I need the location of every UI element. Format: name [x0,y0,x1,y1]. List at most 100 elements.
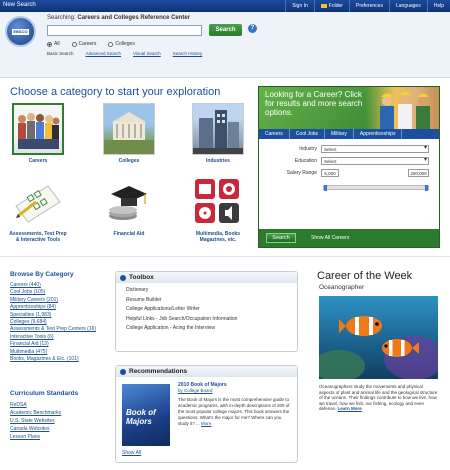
radio-colleges[interactable]: Colleges [108,41,135,47]
category-industries[interactable]: Industries [188,103,248,164]
standards-item[interactable]: Lesson Plans [10,433,110,441]
industry-select[interactable]: Select [321,145,429,153]
workers-image-icon [380,91,430,129]
careers-image [12,103,64,155]
search-history-link[interactable]: Search History [173,51,203,56]
curriculum-title: Curriculum Standards [10,390,79,397]
category-assessments[interactable]: Assessments, Test Prep & Interactive Too… [8,176,68,243]
database-name[interactable]: Careers and Colleges Reference Center [77,15,190,21]
career-search-panel: Looking for a Career? Click for results … [258,86,440,248]
category-multimedia[interactable]: Multimedia, Books Magazines, etc. [188,176,248,243]
browse-item[interactable]: Apprenticeships (84) [10,304,110,311]
book-author[interactable]: by College Board [178,388,293,394]
education-row: Education Select [259,157,429,165]
checklist-icon [15,185,61,223]
browse-item[interactable]: Books, Magazines & Etc. (101) [10,356,110,363]
section-divider [0,256,450,257]
browse-item[interactable]: Multimedia (475) [10,349,110,356]
folder-icon [320,4,327,8]
nav-sign-in[interactable]: Sign In [285,0,314,12]
show-all-careers-link[interactable]: Show All Careers [311,235,349,241]
toolbox-box: Toolbox Dictionary Resume Builder Colleg… [115,271,298,352]
search-input[interactable] [47,25,202,36]
tab-military[interactable]: Military [325,129,354,139]
search-button[interactable]: Search [209,24,242,36]
assessments-image [12,176,64,228]
book-cover-image[interactable]: Book of Majors [122,384,170,446]
more-link[interactable]: More [201,421,211,426]
career-of-week-subtitle[interactable]: Oceanographer [319,284,364,291]
standards-item[interactable]: Canada Websites [10,425,110,433]
browse-item[interactable]: Colleges (9,684) [10,319,110,326]
logo-text: EBSCO [12,29,29,35]
nav-folder[interactable]: Folder [313,0,349,12]
browse-by-category: Browse By Category Careers (440) Cool Jo… [10,271,110,363]
category-label: Careers [28,158,48,164]
salary-slider-min-handle[interactable] [324,185,327,191]
standards-item[interactable]: Academic Benchmarks [10,409,110,417]
recommendation-text: 2010 Book of Majors by College Board The… [178,382,293,427]
show-all-recommendations[interactable]: Show All [122,450,141,456]
top-nav: Sign In Folder Preferences Languages Hel… [285,0,450,12]
industries-image [192,103,244,155]
category-label: Multimedia, Books Magazines, etc. [195,231,241,243]
toolbox-item[interactable]: Dictionary [116,286,297,296]
salary-label: Salary Range [286,170,317,176]
nav-help[interactable]: Help [426,0,450,12]
career-of-week-description: Oceanographers study the movements and p… [319,384,438,412]
new-search-link[interactable]: New Search [3,2,36,8]
browse-item[interactable]: Specialties (1,983) [10,312,110,319]
learn-more-link[interactable]: Learn More [338,406,362,411]
ebsco-logo[interactable]: EBSCO [5,16,36,47]
workers-photo [365,87,439,129]
radio-icon [71,41,77,47]
visual-search-link[interactable]: Visual Search [133,51,161,56]
industry-label: Industry [299,146,317,152]
help-icon[interactable]: ? [248,24,257,33]
career-tabs: Careers Cool Jobs Military Apprenticeshi… [259,129,439,139]
recommendations-title: Recommendations [129,368,188,375]
browse-item[interactable]: Careers (440) [10,282,110,289]
advanced-search-link[interactable]: Advanced Search [86,51,122,56]
toolbox-item[interactable]: Helpful Links - Job Search/Occupation In… [116,315,297,325]
tab-careers[interactable]: Careers [259,129,290,139]
tab-apprenticeships[interactable]: Apprenticeships [354,129,403,139]
nav-languages[interactable]: Languages [388,0,427,12]
basic-search-link[interactable]: Basic Search [47,51,74,56]
graduation-cap-icon [109,186,147,220]
toolbox-item[interactable]: College Applications/Letter Writer [116,305,297,315]
career-search-button[interactable]: Search [266,233,296,243]
category-label: Industries [206,158,230,164]
radio-icon [108,41,114,47]
toolbox-item[interactable]: Resume Builder [116,296,297,306]
clownfish-icon [319,316,438,379]
education-select[interactable]: Select [321,157,429,165]
category-financial-aid[interactable]: Financial Aid [99,176,159,237]
recommendations-header: Recommendations [116,366,297,377]
career-banner[interactable]: Looking for a Career? Click for results … [259,87,439,129]
browse-item[interactable]: Interactive Tools (6) [10,334,110,341]
radio-careers[interactable]: Careers [71,41,96,47]
nav-preferences[interactable]: Preferences [348,0,389,12]
browse-item[interactable]: Military Careers (201) [10,297,110,304]
browse-title: Browse By Category [10,271,74,278]
standards-item[interactable]: ReDSA [10,401,110,409]
category-careers[interactable]: Careers [8,103,68,164]
browse-item[interactable]: Cool Jobs (105) [10,289,110,296]
salary-slider-max-handle[interactable] [425,185,428,191]
career-filter-form: Industry Select Education Select Salary … [259,139,439,229]
multimedia-icons [195,179,239,223]
book-blurb: The Book of Majors is the most comprehen… [178,397,290,426]
standards-item[interactable]: U.S. State Websites [10,417,110,425]
toolbox-item[interactable]: College Application - Acing the Intervie… [116,324,297,334]
browse-item[interactable]: Assessments & Test Prep Centers (16) [10,326,110,333]
salary-slider[interactable] [323,185,429,191]
salary-max-input[interactable]: 250,000 [408,169,429,177]
people-group-icon [18,113,60,149]
browse-item[interactable]: Financial Aid (13) [10,341,110,348]
category-colleges[interactable]: Colleges [99,103,159,164]
radio-all[interactable]: All [47,41,60,47]
tab-cool-jobs[interactable]: Cool Jobs [290,129,326,139]
clownfish-photo[interactable] [319,296,438,379]
salary-min-input[interactable]: 5,000 [321,169,339,177]
